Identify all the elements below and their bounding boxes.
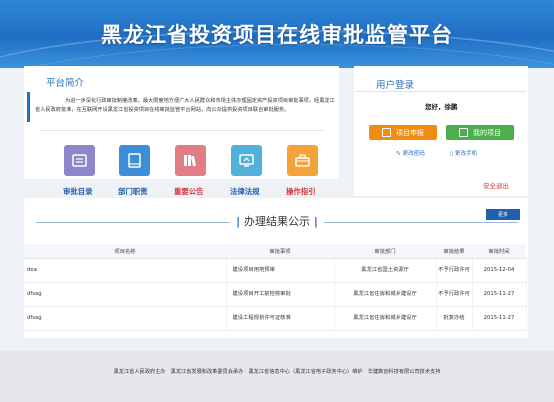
approval-result: 不予行政许可	[436, 282, 473, 307]
my-projects-button[interactable]: 我的项目	[446, 125, 514, 140]
project-name[interactable]: dfsag	[24, 282, 227, 307]
page-footer	[0, 351, 554, 402]
approval-date: 2015-11-27	[472, 282, 527, 307]
more-button[interactable]: 更多	[486, 209, 520, 220]
approval-dept: 黑龙江省住房和城乡建设厅	[334, 306, 437, 331]
catalog-tile[interactable]	[64, 145, 95, 176]
column-header: 审批事项	[226, 244, 334, 259]
intro-title: 平台简介	[46, 78, 85, 89]
guide-tile[interactable]	[287, 145, 318, 176]
nav-notices[interactable]: 重要公告	[174, 186, 204, 197]
phone-icon: ▯	[450, 151, 454, 157]
laws-tile[interactable]	[231, 145, 262, 176]
user-greeting: 您好，徐鹏	[425, 103, 458, 111]
login-title: 用户登录	[376, 80, 415, 91]
results-title: | 办理结果公示 |	[0, 213, 554, 229]
approval-item: 建设项目用地预审	[226, 258, 335, 283]
nav-laws[interactable]: 法律法规	[230, 186, 260, 197]
divider	[40, 130, 323, 131]
project-apply-button[interactable]: 项目申报	[369, 125, 437, 140]
approval-result: 批复办结	[436, 306, 473, 331]
table-header-row: 项目名称 审批事项 审批部门 审批结果 审批时间	[24, 244, 526, 259]
catalog-icon	[71, 152, 88, 169]
approval-date: 2015-12-04	[472, 258, 527, 283]
key-icon: ✎	[396, 151, 401, 157]
book-icon	[126, 152, 143, 169]
notices-tile[interactable]	[175, 145, 206, 176]
approval-result: 不予行政许可	[436, 258, 473, 283]
toolbox-icon	[294, 152, 311, 169]
intro-text: 为进一步深化行政审批制度改革，最大限度地方便广大人民群众和市场主体办理固定资产投…	[35, 98, 335, 113]
folder-icon	[459, 128, 468, 137]
column-header: 审批结果	[436, 244, 472, 259]
approval-item: 建设项目开工前检核审批	[226, 282, 335, 307]
intro-accent-bar	[27, 92, 30, 122]
nav-duties[interactable]: 部门职责	[118, 186, 148, 197]
logout-link[interactable]: 安全退出	[483, 180, 509, 190]
footer-text: 黑龙江省人民政府主办 黑龙江省发展和改革委员会承办 黑龙江省信息中心（黑龙江省电…	[113, 369, 441, 375]
project-apply-label: 项目申报	[396, 128, 424, 137]
monitor-icon	[238, 152, 255, 169]
change-phone-link[interactable]: ▯ 更改手机	[450, 149, 477, 157]
approval-date: 2015-11-27	[472, 306, 527, 331]
title-bracket-icon: |	[310, 215, 318, 228]
column-header: 项目名称	[24, 244, 226, 259]
divider	[356, 91, 526, 92]
table-row[interactable]: dfsag 建设工程规划许可证核准 黑龙江省住房和城乡建设厅 批复办结 2015…	[24, 306, 527, 331]
approval-dept: 黑龙江省国土资源厅	[334, 258, 437, 283]
edit-icon	[382, 128, 391, 137]
my-projects-label: 我的项目	[473, 128, 501, 137]
change-phone-label: 更改手机	[454, 151, 478, 157]
books-icon	[182, 152, 199, 169]
nav-guide[interactable]: 操作指引	[286, 186, 316, 197]
table-row[interactable]: dfsag 建设项目开工前检核审批 黑龙江省住房和城乡建设厅 不予行政许可 20…	[24, 282, 527, 307]
nav-catalog[interactable]: 审批目录	[63, 186, 93, 197]
column-header: 审批部门	[334, 244, 436, 259]
page-header: 黑龙江省投资项目在线审批监管平台	[0, 0, 554, 68]
site-title: 黑龙江省投资项目在线审批监管平台	[101, 23, 453, 47]
results-title-text: 办理结果公示	[244, 215, 310, 228]
column-header: 审批时间	[472, 244, 526, 259]
results-table: 项目名称 审批事项 审批部门 审批结果 审批时间 dea 建设项目用地预审 黑龙…	[24, 244, 527, 331]
title-bracket-icon: |	[236, 215, 244, 228]
approval-dept: 黑龙江省住房和城乡建设厅	[334, 282, 437, 307]
project-name[interactable]: dfsag	[24, 306, 227, 331]
change-password-link[interactable]: ✎ 更改密码	[396, 149, 425, 157]
change-password-label: 更改密码	[402, 151, 425, 157]
duties-tile[interactable]	[119, 145, 150, 176]
approval-item: 建设工程规划许可证核准	[226, 306, 335, 331]
project-name[interactable]: dea	[24, 258, 227, 283]
table-row[interactable]: dea 建设项目用地预审 黑龙江省国土资源厅 不予行政许可 2015-12-04	[24, 258, 527, 283]
